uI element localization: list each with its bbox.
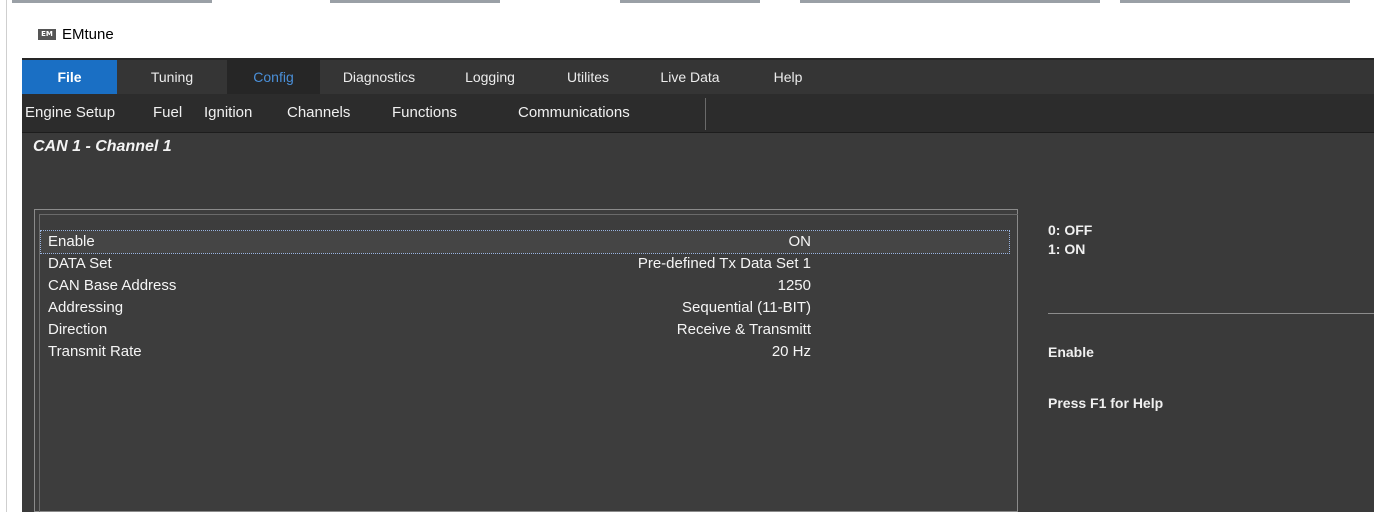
help-divider bbox=[1048, 313, 1374, 314]
page-title: CAN 1 - Channel 1 bbox=[33, 138, 172, 155]
param-name: DATA Set bbox=[48, 255, 112, 272]
menu-utilites[interactable]: Utilites bbox=[542, 60, 634, 94]
menu-file[interactable]: File bbox=[22, 60, 117, 94]
param-name: CAN Base Address bbox=[48, 277, 177, 294]
help-option-0: 0: OFF bbox=[1048, 222, 1093, 238]
param-row-addressing[interactable]: Addressing Sequential (11-BIT) bbox=[41, 297, 1009, 319]
submenu-functions[interactable]: Functions bbox=[392, 94, 457, 132]
param-value[interactable]: Pre-defined Tx Data Set 1 bbox=[638, 255, 811, 272]
param-name: Addressing bbox=[48, 299, 124, 316]
help-panel: 0: OFF 1: ON Enable Press F1 for Help bbox=[1018, 209, 1374, 512]
background-window-strip bbox=[0, 0, 1374, 4]
window-title: EMtune bbox=[62, 26, 114, 43]
help-option-1: 1: ON bbox=[1048, 241, 1086, 257]
submenu-communications[interactable]: Communications bbox=[518, 94, 630, 132]
menu-config[interactable]: Config bbox=[227, 60, 320, 94]
param-row-direction[interactable]: Direction Receive & Transmitt bbox=[41, 319, 1009, 341]
param-row-can-base-address[interactable]: CAN Base Address 1250 bbox=[41, 275, 1009, 297]
param-value[interactable]: Sequential (11-BIT) bbox=[682, 299, 811, 316]
help-hint: Press F1 for Help bbox=[1048, 395, 1164, 411]
emtune-window: EM EMtune File Tuning Config Diagnostics… bbox=[22, 12, 1374, 512]
submenu-engine-setup[interactable]: Engine Setup bbox=[25, 94, 115, 132]
param-row-enable[interactable]: Enable ON bbox=[40, 230, 1010, 254]
param-name: Direction bbox=[48, 321, 108, 338]
help-param-name: Enable bbox=[1048, 344, 1094, 360]
title-bar: EM EMtune bbox=[22, 12, 1374, 58]
param-value[interactable]: 1250 bbox=[778, 277, 811, 294]
main-menu-bar: File Tuning Config Diagnostics Logging U… bbox=[22, 58, 1374, 94]
menu-live-data[interactable]: Live Data bbox=[634, 60, 746, 94]
submenu-fuel[interactable]: Fuel bbox=[153, 94, 182, 132]
config-submenu-bar: Engine Setup Fuel Ignition Channels Func… bbox=[22, 94, 1374, 133]
menu-diagnostics[interactable]: Diagnostics bbox=[320, 60, 438, 94]
param-row-transmit-rate[interactable]: Transmit Rate 20 Hz bbox=[41, 341, 1009, 363]
param-name: Transmit Rate bbox=[48, 343, 142, 360]
desktop-edge bbox=[6, 0, 7, 512]
menu-logging[interactable]: Logging bbox=[438, 60, 542, 94]
app-logo-icon: EM bbox=[38, 29, 56, 40]
parameter-grid: Enable ON DATA Set Pre-defined Tx Data S… bbox=[34, 209, 1018, 512]
submenu-separator bbox=[705, 98, 706, 130]
param-row-data-set[interactable]: DATA Set Pre-defined Tx Data Set 1 bbox=[41, 253, 1009, 275]
param-value[interactable]: 20 Hz bbox=[772, 343, 811, 360]
param-name: Enable bbox=[48, 233, 95, 250]
menu-tuning[interactable]: Tuning bbox=[117, 60, 227, 94]
param-value[interactable]: Receive & Transmitt bbox=[677, 321, 811, 338]
submenu-ignition[interactable]: Ignition bbox=[204, 94, 252, 132]
menu-help[interactable]: Help bbox=[746, 60, 830, 94]
submenu-channels[interactable]: Channels bbox=[287, 94, 350, 132]
param-value[interactable]: ON bbox=[789, 233, 812, 250]
